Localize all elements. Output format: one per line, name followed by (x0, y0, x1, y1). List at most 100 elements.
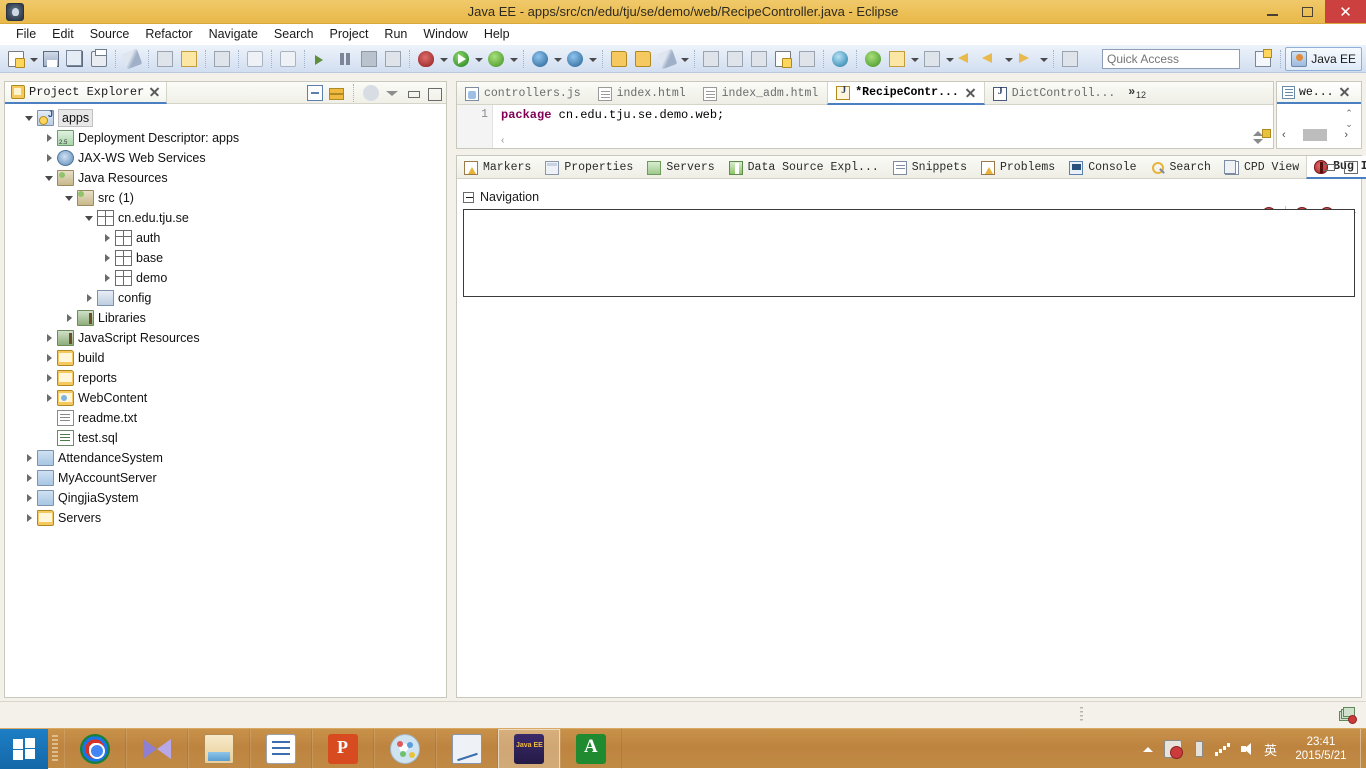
pin-editor-button[interactable] (921, 48, 943, 70)
menu-search[interactable]: Search (266, 25, 322, 43)
menu-project[interactable]: Project (322, 25, 377, 43)
filter-icon[interactable] (363, 85, 379, 101)
scroll-up-icon[interactable]: ⌃ (1345, 108, 1353, 119)
collapse-all-icon[interactable] (307, 85, 323, 101)
link-editor-icon[interactable] (328, 85, 344, 101)
minimize-button[interactable] (1255, 0, 1290, 23)
menu-navigate[interactable]: Navigate (201, 25, 266, 43)
collapse-section-icon[interactable] (463, 191, 474, 203)
report-button[interactable] (886, 48, 908, 70)
tree-item-deployment-descriptor[interactable]: Deployment Descriptor: apps (5, 128, 446, 148)
last-edit-location-button[interactable] (748, 48, 770, 70)
resume-button[interactable] (310, 48, 332, 70)
run-external-tools-button[interactable] (485, 48, 507, 70)
horizontal-scrollbar[interactable]: ‹ › (1282, 128, 1348, 142)
pin-dropdown[interactable] (944, 48, 955, 70)
tree-item-test-sql[interactable]: test.sql (5, 428, 446, 448)
twisty-icon[interactable] (43, 328, 57, 348)
ime-indicator[interactable]: 英 (1264, 740, 1277, 759)
taskbar-media-player[interactable] (126, 729, 188, 769)
folder-button[interactable] (632, 48, 654, 70)
volume-icon[interactable] (1239, 740, 1257, 758)
project-tree[interactable]: apps Deployment Descriptor: apps JAX-WS … (5, 104, 446, 697)
scroll-left-icon[interactable]: ‹ (1282, 129, 1286, 141)
twisty-icon[interactable] (43, 388, 57, 408)
open-perspective-button[interactable] (1250, 47, 1276, 71)
tree-item-attendancesystem[interactable]: AttendanceSystem (5, 448, 446, 468)
open-type-button[interactable] (211, 48, 233, 70)
chevron-down-icon[interactable] (384, 85, 400, 101)
next-button[interactable] (1015, 48, 1037, 70)
scroll-left-icon[interactable]: ‹ (501, 135, 504, 146)
triangle-up-icon[interactable] (1139, 740, 1157, 758)
save-button[interactable] (40, 48, 62, 70)
tab-snippets[interactable]: Snippets (886, 156, 974, 179)
tab-project-explorer[interactable]: Project Explorer (5, 82, 168, 104)
minimize-icon[interactable] (1320, 158, 1336, 174)
close-icon[interactable] (148, 86, 160, 98)
tab-index-html[interactable]: index.html (590, 82, 695, 105)
tree-item-base[interactable]: base (5, 248, 446, 268)
tab-markers[interactable]: Markers (457, 156, 538, 179)
overview-ruler-marker[interactable] (1262, 129, 1271, 138)
twisty-icon[interactable] (23, 468, 37, 488)
taskbar-notes[interactable] (250, 729, 312, 769)
editor-tab-overflow-button[interactable]: » 12 (1124, 82, 1150, 104)
external-tools-dropdown[interactable] (508, 48, 519, 70)
close-button[interactable]: ✕ (1325, 0, 1366, 23)
tab-index-adm-html[interactable]: index_adm.html (695, 82, 828, 105)
step-button[interactable] (382, 48, 404, 70)
tree-item-myaccountserver[interactable]: MyAccountServer (5, 468, 446, 488)
menu-source[interactable]: Source (82, 25, 138, 43)
tree-item-reports[interactable]: reports (5, 368, 446, 388)
next-dropdown[interactable] (1038, 48, 1049, 70)
twisty-icon[interactable] (43, 148, 57, 168)
twisty-icon[interactable] (101, 228, 115, 248)
menu-file[interactable]: File (8, 25, 44, 43)
tab-problems[interactable]: Problems (974, 156, 1062, 179)
new-java-package-button[interactable] (154, 48, 176, 70)
save-all-button[interactable] (64, 48, 86, 70)
menu-edit[interactable]: Edit (44, 25, 82, 43)
taskbar-chrome[interactable] (64, 729, 126, 769)
menu-help[interactable]: Help (476, 25, 518, 43)
tree-item-config[interactable]: config (5, 288, 446, 308)
taskbar-file-explorer[interactable] (188, 729, 250, 769)
tree-item-jaxws[interactable]: JAX-WS Web Services (5, 148, 446, 168)
redo-button[interactable] (277, 48, 299, 70)
tree-item-qingjiasystem[interactable]: QingjiaSystem (5, 488, 446, 508)
twisty-icon[interactable] (43, 128, 57, 148)
run-button[interactable] (450, 48, 472, 70)
close-icon[interactable] (964, 87, 976, 99)
maximize-button[interactable] (1290, 0, 1325, 23)
server-dropdown[interactable] (552, 48, 563, 70)
report-dropdown[interactable] (909, 48, 920, 70)
resize-grip[interactable] (1080, 707, 1083, 723)
new-button[interactable] (5, 48, 27, 70)
tab-console[interactable]: Console (1062, 156, 1143, 179)
print-button[interactable] (88, 48, 110, 70)
tree-item-auth[interactable]: auth (5, 228, 446, 248)
taskbar-chart-app[interactable] (436, 729, 498, 769)
editor-horizontal-scrollbar[interactable]: ‹ (501, 134, 1261, 146)
suspend-button[interactable] (334, 48, 356, 70)
show-whitespace-button[interactable] (796, 48, 818, 70)
twisty-icon[interactable] (43, 168, 57, 188)
debug-button[interactable] (415, 48, 437, 70)
tree-item-javascript-resources[interactable]: JavaScript Resources (5, 328, 446, 348)
toggle-block-selection-button[interactable] (772, 48, 794, 70)
tab-dictcontroller-java[interactable]: DictControll... (985, 82, 1125, 105)
tab-cpd-view[interactable]: CPD View (1218, 156, 1306, 179)
vertical-scrollbar[interactable]: ⌃ ⌄ (1343, 108, 1355, 130)
new-dropdown[interactable] (28, 48, 39, 70)
back-button[interactable] (956, 48, 978, 70)
twisty-icon[interactable] (23, 108, 37, 128)
tab-controllers-js[interactable]: controllers.js (457, 82, 590, 105)
signal-bars-icon[interactable] (1214, 740, 1232, 758)
twisty-icon[interactable] (101, 248, 115, 268)
scrollbar-thumb[interactable] (1303, 129, 1327, 141)
usb-icon[interactable] (1189, 740, 1207, 758)
tree-item-libraries[interactable]: Libraries (5, 308, 446, 328)
tree-item-demo[interactable]: demo (5, 268, 446, 288)
scroll-right-icon[interactable]: › (1344, 129, 1348, 141)
